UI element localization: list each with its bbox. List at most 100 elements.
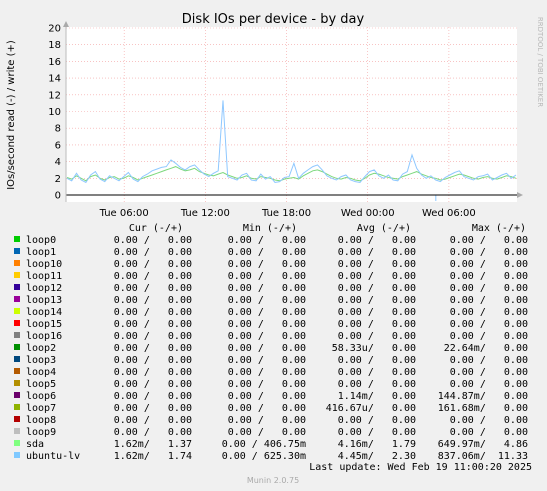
legend-cell-min: 0.00 / 0.00 [228,415,306,426]
y-tick-label: 8 [55,124,61,135]
legend-cell-min: 0.00 / 0.00 [228,391,306,402]
legend-cell-avg: 4.45m/ 2.30 [338,451,416,462]
legend-cell-min: 0.00 / 0.00 [228,355,306,366]
legend-swatch [14,344,20,350]
legend-cell-max: 161.68m/ 0.00 [438,403,528,414]
legend-cell-max: 0.00 / 0.00 [450,235,528,246]
legend-cell-cur: 0.00 / 0.00 [114,271,192,282]
legend-cell-cur: 0.00 / 0.00 [114,283,192,294]
legend-cell-max: 0.00 / 0.00 [450,379,528,390]
legend-cell-avg: 58.33u/ 0.00 [332,343,416,354]
legend-cell-name: loop16 [26,331,62,342]
x-tick-label: Tue 18:00 [261,208,311,219]
legend-cell-cur: 0.00 / 0.00 [114,235,192,246]
legend-cell-max: 837.06m/ 11.33 [438,451,528,462]
x-tick-label: Wed 00:00 [341,208,395,219]
legend-cell-cur: 0.00 / 0.00 [114,259,192,270]
legend-swatch [14,380,20,386]
legend-cell-name: loop4 [26,367,56,378]
legend-cell-max: 0.00 / 0.00 [450,415,528,426]
legend-cell-min: 0.00 / 0.00 [228,295,306,306]
y-tick-label: 18 [48,40,61,51]
x-tick-label: Tue 12:00 [180,208,230,219]
legend-header-max: Max (-/+) [472,223,526,234]
legend-swatch [14,416,20,422]
legend-cell-cur: 0.00 / 0.00 [114,343,192,354]
y-tick-label: 2 [55,174,61,185]
legend-cell-cur: 0.00 / 0.00 [114,319,192,330]
legend-cell-max: 0.00 / 0.00 [450,319,528,330]
legend-cell-avg: 0.00 / 0.00 [338,331,416,342]
legend-cell-name: loop11 [26,271,62,282]
legend-cell-avg: 416.67u/ 0.00 [326,403,416,414]
legend-cell-avg: 0.00 / 0.00 [338,235,416,246]
legend-cell-name: sda [26,439,44,450]
legend-cell-name: loop1 [26,247,56,258]
legend-swatch [14,260,20,266]
legend-cell-min: 0.00 / 0.00 [228,235,306,246]
legend-cell-avg: 0.00 / 0.00 [338,367,416,378]
side-label: RRDTOOL / TOBI OETIKER [536,17,544,107]
legend-cell-cur: 0.00 / 0.00 [114,331,192,342]
legend-header-cur: Cur (-/+) [129,223,183,234]
y-tick-label: 10 [48,107,61,118]
legend-cell-cur: 0.00 / 0.00 [114,403,192,414]
legend-cell-min: 0.00 / 625.30m [222,451,306,462]
legend-cell-max: 0.00 / 0.00 [450,307,528,318]
legend-cell-name: loop9 [26,427,56,438]
legend-cell-cur: 0.00 / 0.00 [114,415,192,426]
legend-cell-name: loop12 [26,283,62,294]
legend-cell-min: 0.00 / 0.00 [228,379,306,390]
legend-swatch [14,296,20,302]
legend-cell-name: loop13 [26,295,62,306]
legend-swatch [14,392,20,398]
legend-swatch [14,308,20,314]
legend-cell-cur: 1.62m/ 1.37 [114,439,192,450]
legend-cell-name: loop14 [26,307,62,318]
legend-cell-name: loop0 [26,235,56,246]
legend-swatch [14,272,20,278]
legend-swatch [14,428,20,434]
legend-cell-cur: 0.00 / 0.00 [114,391,192,402]
y-tick-label: 4 [55,157,61,168]
legend-cell-avg: 0.00 / 0.00 [338,283,416,294]
legend-cell-avg: 0.00 / 0.00 [338,247,416,258]
legend-table: Cur (-/+) Min (-/+) Avg (-/+) Max (-/+) … [14,223,528,462]
y-tick-label: 14 [48,74,61,85]
legend-cell-min: 0.00 / 0.00 [228,331,306,342]
legend-cell-cur: 1.62m/ 1.74 [114,451,192,462]
legend-cell-min: 0.00 / 0.00 [228,319,306,330]
legend-cell-name: loop3 [26,355,56,366]
legend-cell-max: 22.64m/ 0.00 [444,343,528,354]
legend-cell-avg: 4.16m/ 1.79 [338,439,416,450]
legend-cell-min: 0.00 / 0.00 [228,343,306,354]
legend-cell-cur: 0.00 / 0.00 [114,355,192,366]
legend-cell-avg: 1.14m/ 0.00 [338,391,416,402]
legend-cell-max: 0.00 / 0.00 [450,259,528,270]
y-axis-arrow [63,21,69,27]
legend-cell-name: loop10 [26,259,62,270]
legend-swatch [14,356,20,362]
x-tick-labels: Tue 06:00 Tue 12:00 Tue 18:00 Wed 00:00 Wed … [99,208,476,219]
legend-cell-name: ubuntu-lv [26,451,80,462]
legend-cell-max: 0.00 / 0.00 [450,355,528,366]
legend-cell-max: 0.00 / 0.00 [450,331,528,342]
legend-cell-name: loop7 [26,403,56,414]
legend-cell-min: 0.00 / 0.00 [228,367,306,378]
legend-swatch [14,332,20,338]
y-tick-labels: 20181614121086420 [48,24,61,202]
x-axis-arrow [517,192,523,198]
legend-cell-name: loop6 [26,391,56,402]
legend-swatch [14,452,20,458]
legend-cell-avg: 0.00 / 0.00 [338,319,416,330]
legend-cell-min: 0.00 / 0.00 [228,259,306,270]
legend-cell-avg: 0.00 / 0.00 [338,271,416,282]
legend-cell-name: loop15 [26,319,62,330]
legend-cell-cur: 0.00 / 0.00 [114,367,192,378]
y-tick-label: 12 [48,90,61,101]
y-tick-label: 6 [55,140,61,151]
legend-swatch [14,248,20,254]
legend-cell-avg: 0.00 / 0.00 [338,415,416,426]
y-tick-label: 0 [55,191,61,202]
munin-version: Munin 2.0.75 [247,476,299,485]
